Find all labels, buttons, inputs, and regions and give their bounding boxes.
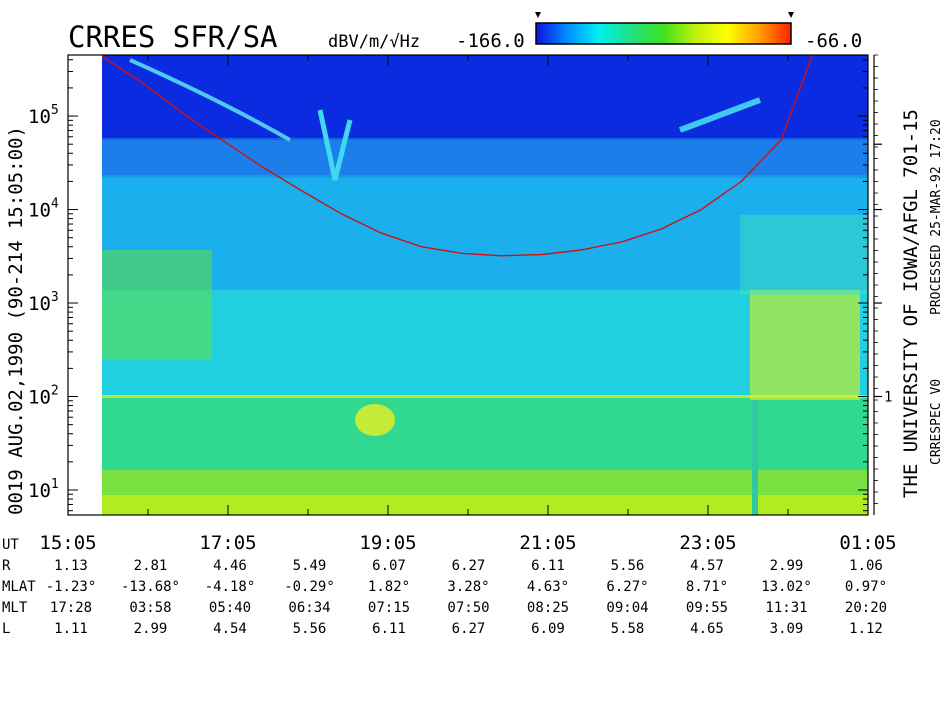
x-tick-label: 15:05 [39, 532, 96, 554]
ephemeris-cell: -0.29° [284, 579, 335, 595]
ephemeris-cell: 4.54 [213, 621, 247, 637]
ephemeris-cell: 6.11 [372, 621, 406, 637]
ephemeris-cell: 6.27 [452, 558, 486, 574]
colorbar-min-marker [535, 12, 541, 18]
ylabel-right: THE UNIVERSITY OF IOWA/AFGL 701-15 [900, 109, 922, 498]
ephemeris-cell: 17:28 [50, 600, 92, 616]
ephemeris-cell: 6.07 [372, 558, 406, 574]
ephemeris-cell: 6.27 [452, 621, 486, 637]
x-tick-label: 19:05 [359, 532, 416, 554]
ut-label: UT [2, 537, 19, 553]
ephemeris-cell: 4.46 [213, 558, 247, 574]
colorbar-max-marker [788, 12, 794, 18]
x-tick-label: 17:05 [199, 532, 256, 554]
ephemeris-cell: 08:25 [527, 600, 569, 616]
ephemeris-cell: 6.27° [606, 579, 648, 595]
right-axis: 1 [874, 54, 892, 504]
ephemeris-cell: -4.18° [205, 579, 256, 595]
y-tick-label: 103 [28, 290, 59, 315]
y-tick-label: 105 [28, 103, 59, 128]
ephemeris-cell: 6.09 [531, 621, 565, 637]
ephemeris-row-label: L [2, 621, 10, 637]
ephemeris-cell: 5.58 [611, 621, 645, 637]
ephemeris-cell: 09:04 [606, 600, 648, 616]
ephemeris-cell: 07:15 [368, 600, 410, 616]
ephemeris-cell: 5.49 [293, 558, 327, 574]
processed-note: PROCESSED 25-MAR-92 17:20 [929, 119, 944, 315]
ylabel-left: 0019 AUG.02,1990 (90-214 15:05:00) [5, 126, 27, 515]
ephemeris-cell: 2.81 [134, 558, 168, 574]
spectrogram-svg: CRRES SFR/SA dBV/m/√Hz -166.0 -66.0 1011… [2, 12, 944, 637]
ephemeris-cell: 3.09 [770, 621, 804, 637]
ephemeris-cell: 5.56 [293, 621, 327, 637]
x-tick-label: 21:05 [519, 532, 576, 554]
ephemeris-cell: 0.97° [845, 579, 887, 595]
ephemeris-cell: -1.23° [46, 579, 97, 595]
colorbar [535, 22, 792, 45]
ephemeris-cell: 1.13 [54, 558, 88, 574]
ephemeris-cell: 4.57 [690, 558, 724, 574]
ephemeris-cell: 06:34 [288, 600, 330, 616]
ephemeris-cell: 11:31 [765, 600, 807, 616]
ephemeris-row-label: MLAT [2, 579, 36, 595]
ephemeris-cell: 3.28° [447, 579, 489, 595]
ephemeris-cell: 09:55 [686, 600, 728, 616]
y-tick-label: 104 [28, 197, 59, 222]
right-axis-tick-label: 1 [884, 390, 892, 406]
ephemeris-cell: 07:50 [447, 600, 489, 616]
colorbar-min-label: -166.0 [456, 30, 525, 52]
x-tick-label: 23:05 [679, 532, 736, 554]
ephemeris-row-label: MLT [2, 600, 28, 616]
ephemeris-table: R 1.13 2.81 4.46 5.49 6.07 6.27 6.11 5.56 4.57 2.9… [2, 558, 887, 637]
y-tick-label: 102 [28, 384, 59, 409]
ephemeris-cell: 4.63° [527, 579, 569, 595]
ephemeris-cell: 1.82° [368, 579, 410, 595]
units-label: dBV/m/√Hz [328, 32, 420, 52]
ephemeris-cell: 2.99 [770, 558, 804, 574]
ephemeris-cell: 20:20 [845, 600, 887, 616]
ephemeris-cell: 4.65 [690, 621, 724, 637]
ephemeris-cell: 5.56 [611, 558, 645, 574]
ephemeris-cell: 2.99 [134, 621, 168, 637]
ephemeris-cell: 6.11 [531, 558, 565, 574]
ephemeris-cell: 1.11 [54, 621, 88, 637]
y-tick-label: 101 [28, 477, 59, 502]
colorbar-max-label: -66.0 [805, 30, 862, 52]
chart-title: CRRES SFR/SA [68, 20, 278, 54]
ephemeris-cell: 8.71° [686, 579, 728, 595]
ephemeris-row-label: R [2, 558, 11, 574]
spectrogram-figure: CRRES SFR/SA dBV/m/√Hz -166.0 -66.0 101 … [0, 0, 945, 720]
ephemeris-cell: 13.02° [761, 579, 812, 595]
ephemeris-cell: 05:40 [209, 600, 251, 616]
x-tick-label: 01:05 [839, 532, 896, 554]
ephemeris-cell: -13.68° [121, 579, 180, 595]
ephemeris-cell: 03:58 [129, 600, 171, 616]
version-note: CRRESPEC V0 [929, 379, 944, 465]
ephemeris-cell: 1.06 [849, 558, 883, 574]
ephemeris-cell: 1.12 [849, 621, 883, 637]
spectrogram-image [102, 55, 868, 515]
